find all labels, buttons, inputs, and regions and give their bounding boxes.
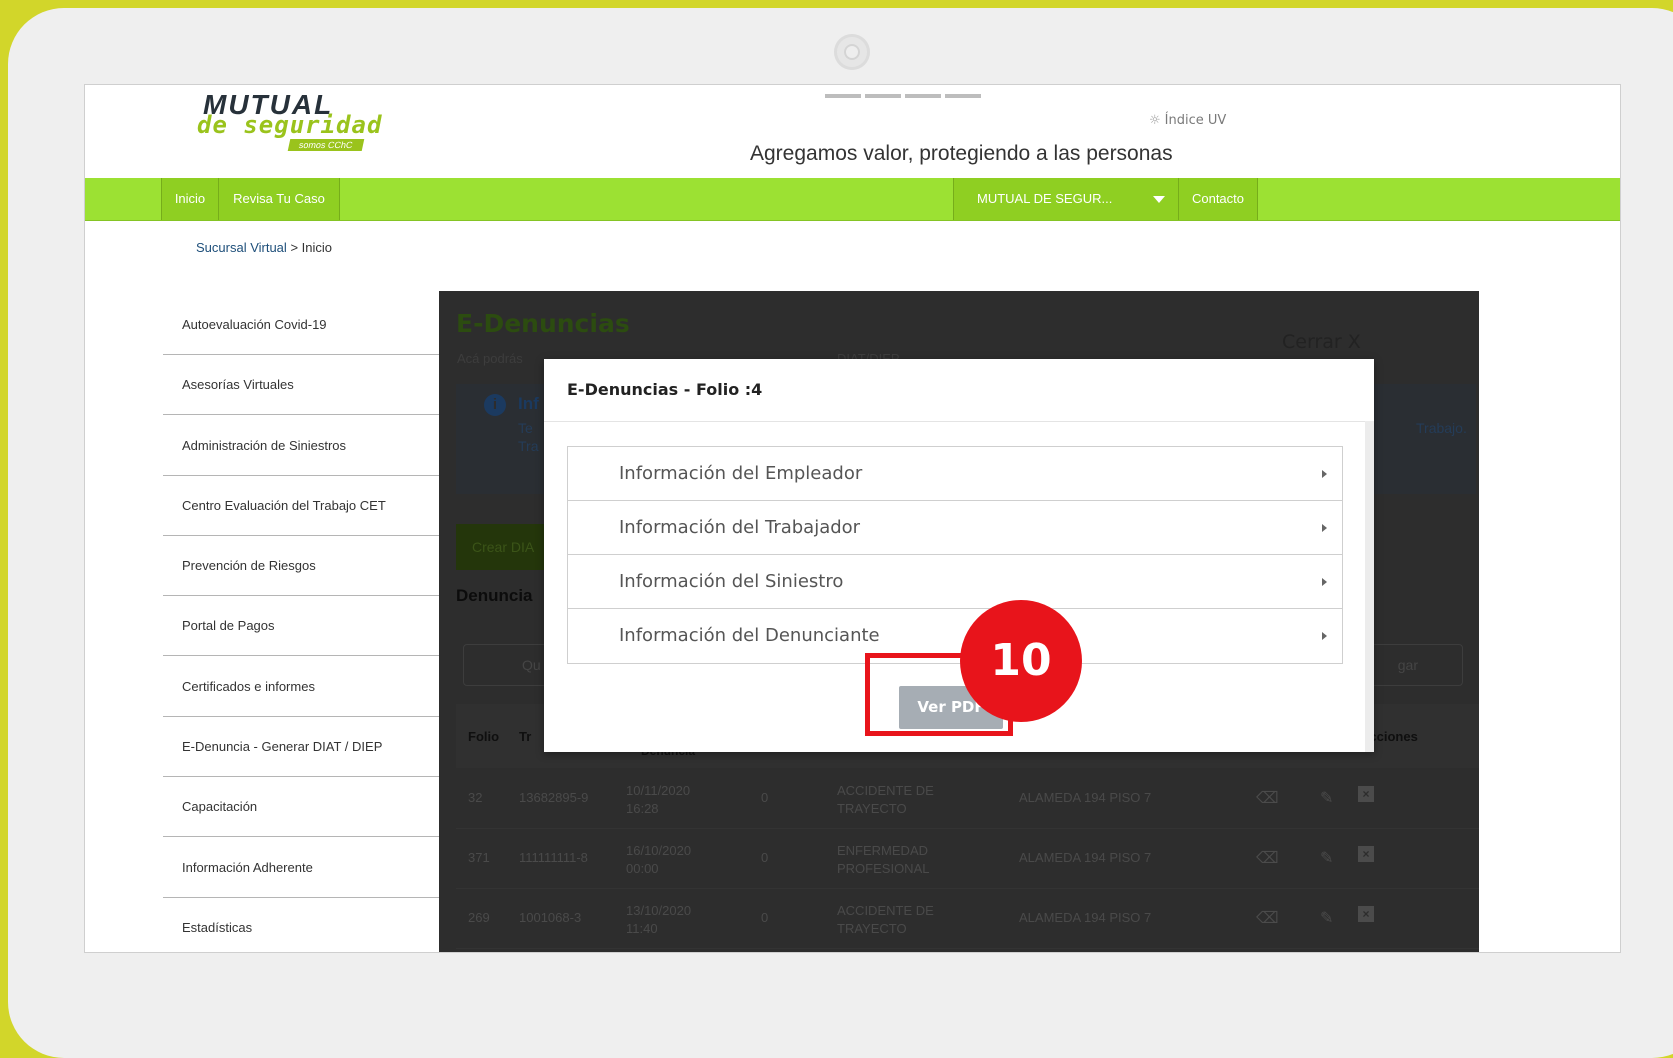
cell-folio: 269 — [468, 910, 490, 925]
nav-revisa-tu-caso[interactable]: Revisa Tu Caso — [218, 178, 340, 220]
info-line-1: Te — [518, 420, 533, 436]
search-right-label: gar — [1397, 657, 1418, 673]
breadcrumb-separator: > — [290, 240, 299, 255]
camera-icon — [834, 34, 870, 70]
accordion-label: Información del Empleador — [619, 463, 863, 484]
cell-date: 13/10/2020 11:40 — [626, 903, 692, 936]
sun-icon: ☼ — [1149, 113, 1161, 128]
info-accordion: Información del Empleador Información de… — [567, 446, 1343, 664]
cell-count: 0 — [761, 910, 769, 925]
header-tagline: Agregamos valor, protegiendo a las perso… — [750, 142, 1173, 165]
info-icon: i — [484, 394, 506, 416]
delete-icon[interactable]: × — [1358, 786, 1374, 802]
browser-screen: MUTUAL de seguridad somos CChC ☼ Índice U… — [84, 84, 1621, 953]
modal-title: E-Denuncias - Folio :4 — [567, 380, 763, 399]
th-trabajador: Tr — [519, 729, 532, 744]
mutual-logo[interactable]: MUTUAL de seguridad somos CChC — [193, 85, 393, 155]
edit-icon[interactable]: ✎ — [1320, 788, 1333, 808]
logo-sub-text: de seguridad — [197, 111, 383, 139]
modal-scrollbar[interactable] — [1365, 421, 1374, 752]
chevron-down-icon — [1153, 196, 1165, 203]
cell-rut: 111111111-8 — [519, 850, 588, 865]
indice-uv-link[interactable]: ☼ Índice UV — [1149, 113, 1226, 128]
eraser-icon[interactable]: ⌫ — [1256, 788, 1279, 808]
nav-inicio[interactable]: Inicio — [161, 178, 219, 220]
eraser-icon[interactable]: ⌫ — [1256, 848, 1279, 868]
cell-address: ALAMEDA 194 PISO 7 — [1019, 850, 1152, 865]
step-number-badge: 10 — [960, 600, 1082, 722]
accordion-empleador[interactable]: Información del Empleador — [568, 447, 1342, 501]
company-select-value: MUTUAL DE SEGUR... — [977, 191, 1113, 206]
breadcrumb-current: Inicio — [301, 240, 333, 255]
breadcrumb: Sucursal Virtual > Inicio — [196, 240, 332, 255]
cell-folio: 32 — [468, 790, 483, 805]
modal-divider — [544, 421, 1374, 422]
accordion-label: Información del Denunciante — [619, 625, 880, 646]
cell-rut: 1001068-3 — [519, 910, 582, 925]
edit-icon[interactable]: ✎ — [1320, 908, 1333, 928]
accordion-label: Información del Siniestro — [619, 571, 844, 592]
company-select[interactable]: MUTUAL DE SEGUR... — [953, 178, 1179, 220]
cell-type: ACCIDENTE DE TRAYECTO — [837, 783, 934, 816]
eraser-icon[interactable]: ⌫ — [1256, 908, 1279, 928]
table-row[interactable]: 371 111111111-8 16/10/2020 00:00 0 ENFERM… — [456, 828, 1479, 889]
cell-rut: 13682895-9 — [519, 790, 589, 805]
info-right-text: Trabajo. — [1416, 420, 1467, 436]
denuncias-heading: Denuncia — [456, 586, 533, 605]
accordion-label: Información del Trabajador — [619, 517, 861, 538]
info-title: Inf — [518, 394, 539, 413]
cell-address: ALAMEDA 194 PISO 7 — [1019, 910, 1152, 925]
cell-count: 0 — [761, 850, 769, 865]
search-placeholder: Qu — [522, 657, 541, 673]
close-panel-button[interactable]: Cerrar X — [1282, 331, 1361, 353]
table-row[interactable]: 269 1001068-3 13/10/2020 11:40 0 ACCIDENT… — [456, 888, 1479, 949]
panel-subtitle: Acá podrás — [457, 351, 523, 366]
delete-icon[interactable]: × — [1358, 906, 1374, 922]
main-nav: Inicio Revisa Tu Caso MUTUAL DE SEGUR...… — [85, 178, 1620, 221]
table-row[interactable]: 32 13682895-9 10/11/2020 16:28 0 ACCIDENT… — [456, 768, 1479, 829]
edit-icon[interactable]: ✎ — [1320, 848, 1333, 868]
delete-icon[interactable]: × — [1358, 846, 1374, 862]
create-diat-button[interactable]: Crear DIA — [456, 524, 556, 570]
panel-title: E-Denuncias — [456, 309, 630, 338]
caret-right-icon — [1322, 524, 1327, 532]
nav-contacto[interactable]: Contacto — [1178, 178, 1258, 220]
device-frame: MUTUAL de seguridad somos CChC ☼ Índice U… — [8, 8, 1673, 1058]
cell-folio: 371 — [468, 850, 490, 865]
top-strip-decoration — [825, 85, 985, 98]
logo-tag: somos CChC — [287, 139, 364, 151]
indice-uv-label: Índice UV — [1164, 113, 1227, 128]
accordion-trabajador[interactable]: Información del Trabajador — [568, 501, 1342, 555]
cell-type: ENFERMEDAD PROFESIONAL — [837, 843, 930, 876]
caret-right-icon — [1322, 632, 1327, 640]
cell-type: ACCIDENTE DE TRAYECTO — [837, 903, 934, 936]
cell-count: 0 — [761, 790, 769, 805]
breadcrumb-link[interactable]: Sucursal Virtual — [196, 240, 287, 255]
caret-right-icon — [1322, 578, 1327, 586]
accordion-siniestro[interactable]: Información del Siniestro — [568, 555, 1342, 609]
cell-address: ALAMEDA 194 PISO 7 — [1019, 790, 1152, 805]
cell-date: 10/11/2020 16:28 — [626, 783, 691, 816]
th-folio: Folio — [468, 729, 500, 744]
caret-right-icon — [1322, 470, 1327, 478]
info-line-2: Tra — [518, 438, 539, 454]
cell-date: 16/10/2020 00:00 — [626, 843, 692, 876]
